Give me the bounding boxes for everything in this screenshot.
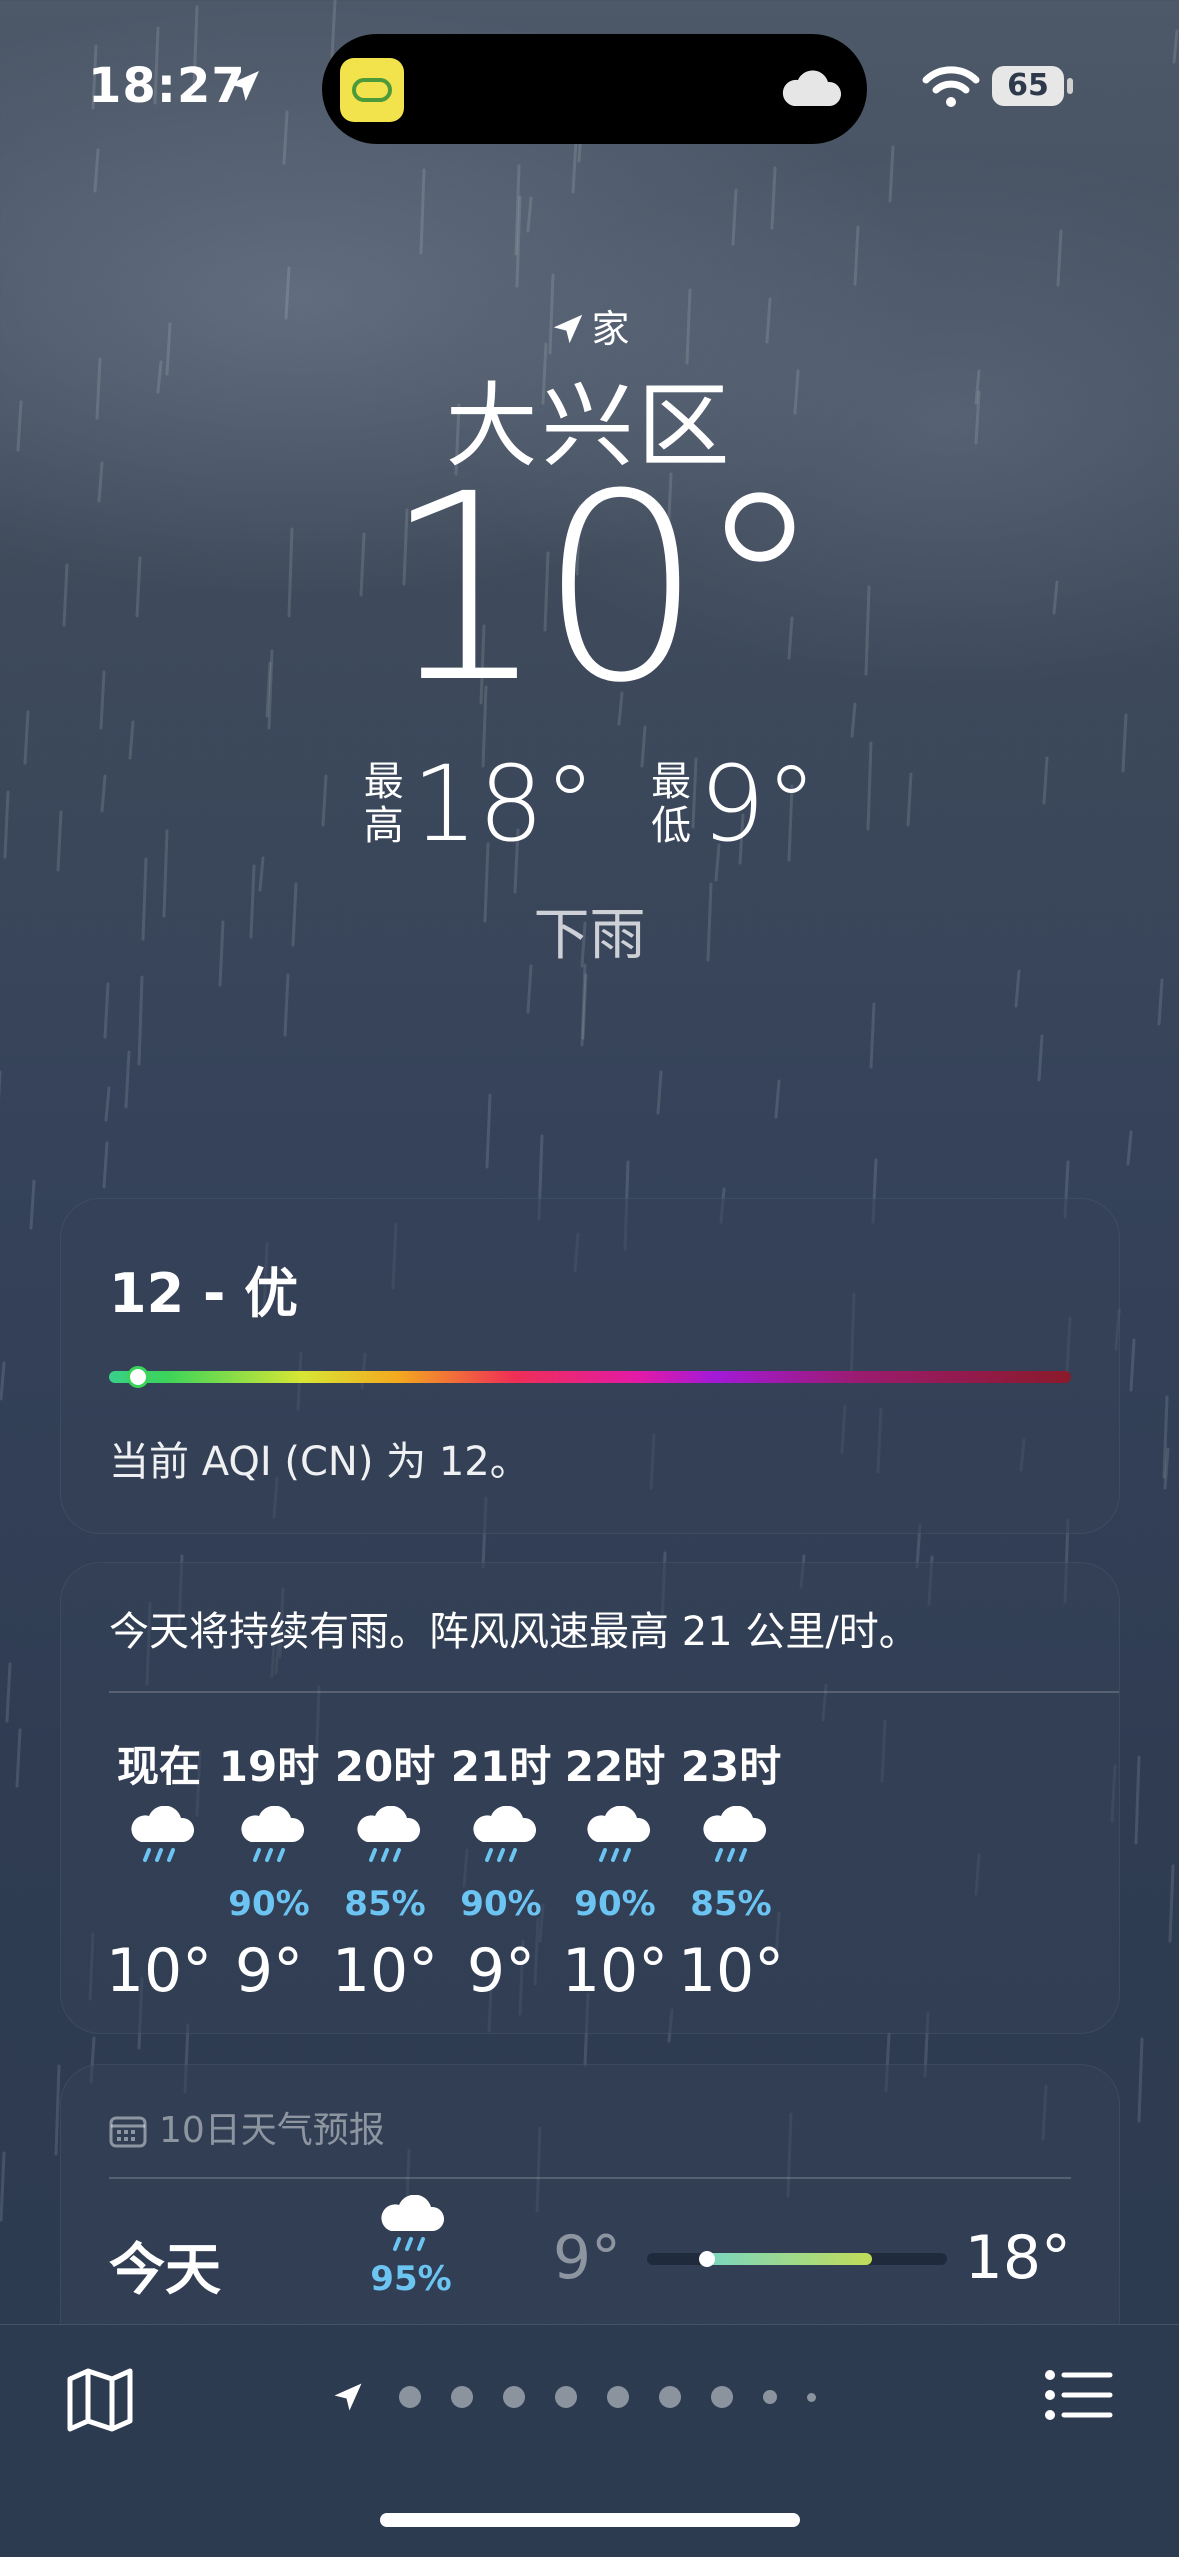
- page-dot[interactable]: [659, 2386, 681, 2408]
- daily-header: 10日天气预报: [109, 2101, 385, 2153]
- hourly-item: 23时 85% 10°: [651, 1733, 811, 2006]
- cloud-rain-icon: [357, 1806, 420, 1862]
- daily-precip: 95%: [370, 2259, 452, 2299]
- cloud-rain-icon: [473, 1806, 536, 1862]
- hourly-forecast-card[interactable]: 今天将持续有雨。阵风风速最高 21 公里/时。 现在 10° 19时 90% 9° 20时…: [60, 1562, 1120, 2034]
- cloud-rain-icon: [587, 1806, 650, 1862]
- page-dot[interactable]: [807, 2392, 816, 2402]
- cloud-icon: [782, 70, 842, 106]
- daily-range-track: [647, 2251, 947, 2267]
- aqi-description: 当前 AQI (CN) 为 12。: [109, 1439, 530, 1485]
- current-temperature: 10°: [382, 439, 824, 739]
- battery-cap: [1067, 78, 1073, 94]
- page-dot[interactable]: [451, 2386, 473, 2408]
- aqi-indicator: [126, 1366, 149, 1388]
- aqi-title: 12 - 优: [109, 1262, 299, 1325]
- divider: [109, 2177, 1071, 2179]
- hourly-temp: 10°: [677, 1936, 785, 2006]
- home-indicator[interactable]: [380, 2513, 800, 2527]
- map-icon[interactable]: [64, 2365, 136, 2433]
- high-label: 最高: [363, 759, 404, 849]
- weather-app-icon[interactable]: [340, 58, 404, 122]
- calendar-icon: [109, 2116, 147, 2148]
- cloud-rain-icon: [381, 2194, 445, 2251]
- hourly-summary: 今天将持续有雨。阵风风速最高 21 公里/时。: [109, 1609, 919, 1655]
- cloud-rain-icon: [131, 1806, 194, 1862]
- hourly-icon-wrap: [651, 1806, 811, 1898]
- daily-low: 9°: [552, 2223, 621, 2293]
- location-label: 家: [0, 298, 1179, 353]
- page-dot[interactable]: [555, 2386, 577, 2408]
- daily-current-dot: [699, 2251, 715, 2267]
- location-arrow-icon: [229, 71, 259, 101]
- location-home-text: 家: [591, 307, 630, 351]
- page-indicator[interactable]: [330, 2377, 831, 2417]
- cloud-rain-icon: [703, 1806, 766, 1862]
- page-dot[interactable]: [503, 2386, 525, 2408]
- low-label: 最低: [651, 759, 692, 849]
- daily-header-text: 10日天气预报: [159, 2110, 385, 2151]
- daily-range-fill: [707, 2253, 872, 2265]
- aqi-card[interactable]: 12 - 优 当前 AQI (CN) 为 12。: [60, 1198, 1120, 1534]
- location-arrow-icon[interactable]: [330, 2379, 366, 2415]
- cloud-rain-icon: [241, 1806, 304, 1862]
- battery-icon: 65: [992, 66, 1064, 106]
- high-temp: 18°: [411, 743, 597, 865]
- divider: [109, 1691, 1119, 1693]
- location-arrow-icon: [554, 314, 583, 344]
- aqi-scale-bar: [109, 1371, 1071, 1383]
- status-time: 18:27: [88, 58, 246, 114]
- page-dot[interactable]: [711, 2386, 733, 2408]
- page-dot[interactable]: [607, 2386, 629, 2408]
- list-icon[interactable]: [1044, 2367, 1114, 2423]
- condition-text: 下雨: [533, 903, 646, 968]
- wifi-icon: [922, 66, 980, 107]
- hourly-hour: 23时: [680, 1742, 782, 1791]
- daily-weather: 95%: [331, 2194, 491, 2299]
- status-bar: 18:27 65: [0, 0, 1179, 180]
- daily-high: 18°: [964, 2223, 1071, 2293]
- page-dot[interactable]: [399, 2386, 421, 2408]
- high-low: 最高 18° 最低 9°: [0, 752, 1179, 856]
- low-temp: 9°: [699, 743, 818, 865]
- page-dot[interactable]: [763, 2390, 777, 2404]
- daily-day: 今天: [109, 2238, 221, 2303]
